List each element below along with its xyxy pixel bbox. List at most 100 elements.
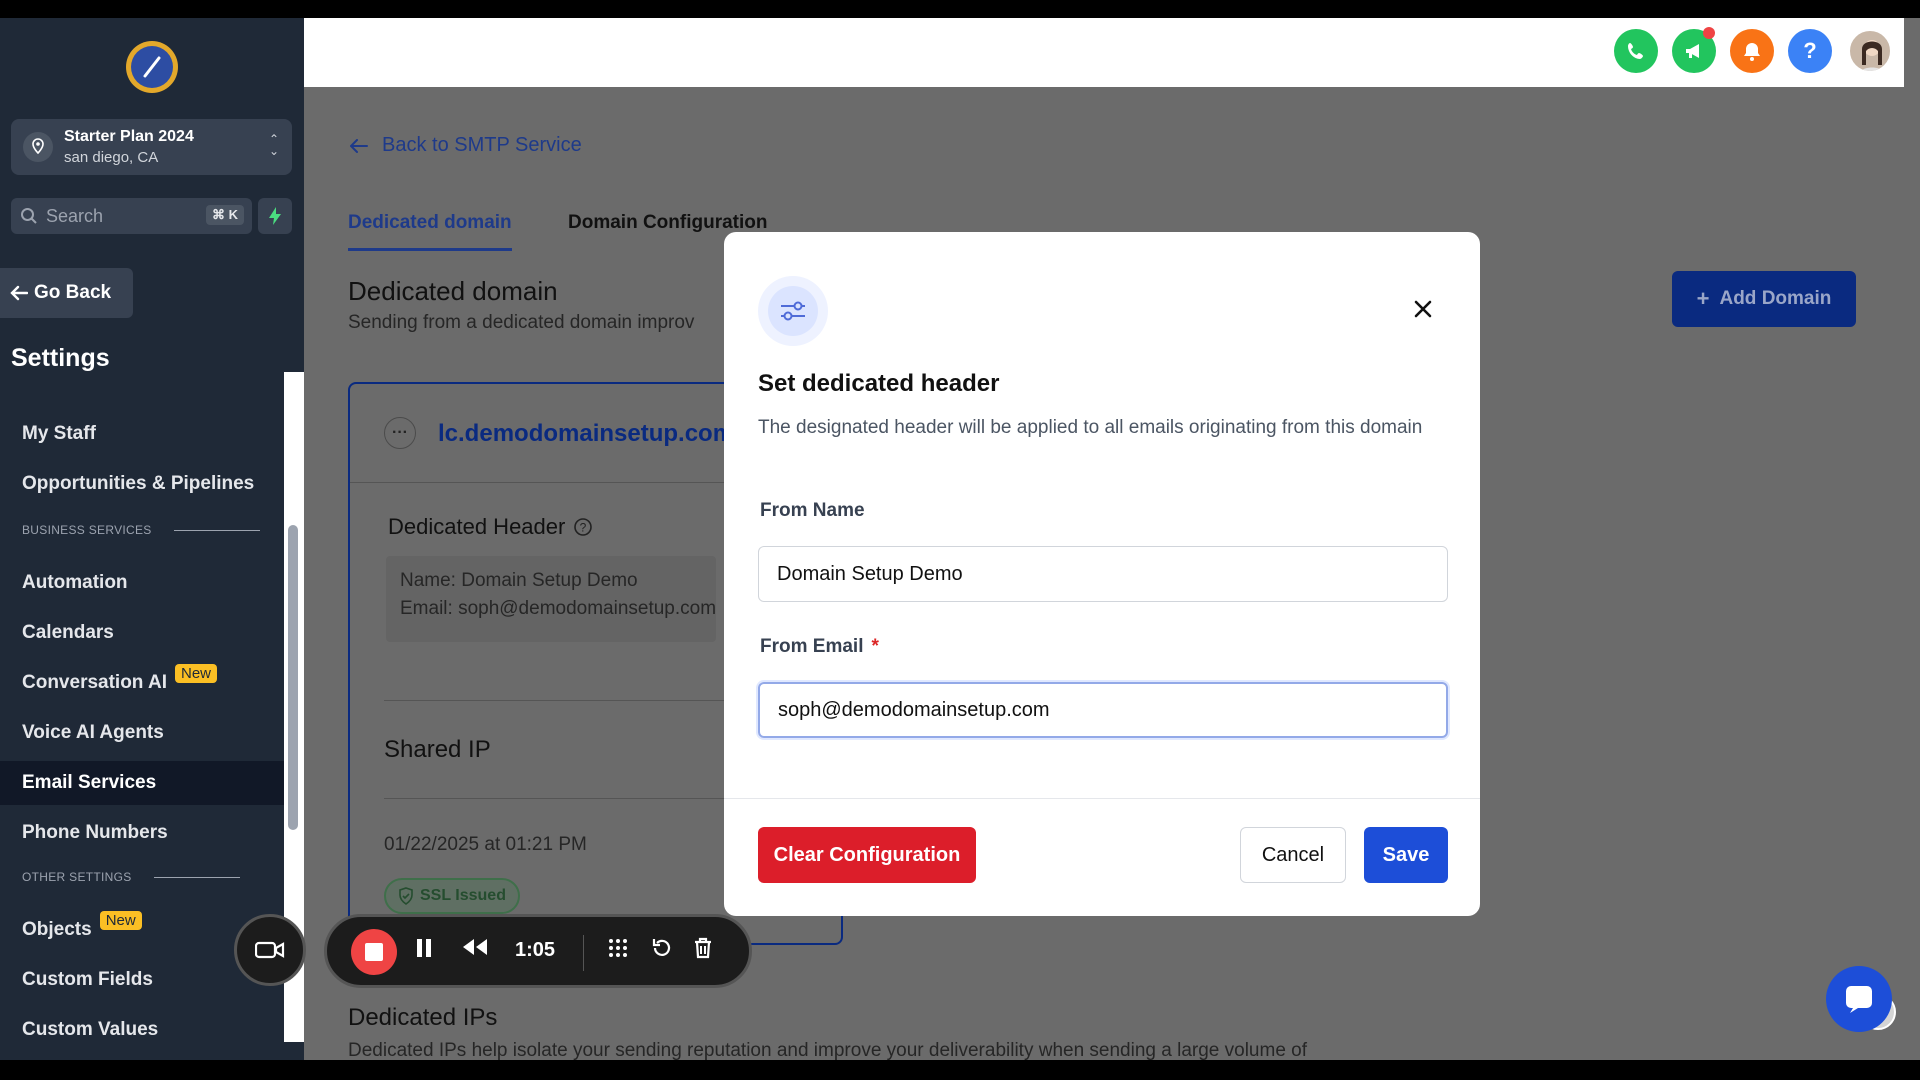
shield-check-icon: [399, 887, 413, 905]
required-mark: *: [871, 636, 879, 657]
settings-title: Settings: [11, 344, 110, 372]
avatar[interactable]: [1848, 29, 1892, 73]
section-other-settings: OTHER SETTINGS: [22, 870, 240, 884]
header-email-line: Email: soph@demodomainsetup.com: [400, 598, 717, 619]
go-back-label: Go Back: [34, 282, 112, 303]
sliders-icon: [781, 301, 805, 321]
dedicated-header-box: Name: Domain Setup Demo Email: soph@demo…: [386, 556, 716, 642]
stop-icon: [365, 943, 383, 961]
sidebar-item-my-staff[interactable]: My Staff: [0, 412, 284, 456]
sidebar-scrollbar-thumb[interactable]: [288, 525, 298, 830]
sidebar-item-label: Phone Numbers: [22, 822, 168, 843]
chevron-updown-icon: ⌃ ⌄: [269, 132, 280, 158]
sidebar-item-voice-ai-agents[interactable]: Voice AI Agents: [0, 711, 284, 755]
location-name: Starter Plan 2024: [64, 128, 194, 145]
location-switcher[interactable]: Starter Plan 2024 san diego, CA ⌃ ⌄: [11, 119, 292, 175]
location-subtitle: san diego, CA: [64, 149, 159, 166]
sidebar-item-label: Automation: [22, 572, 128, 593]
dedicated-ips-subtitle: Dedicated IPs help isolate your sending …: [348, 1040, 1308, 1061]
restart-icon[interactable]: [651, 937, 673, 959]
plus-icon: +: [1696, 286, 1710, 311]
save-button[interactable]: Save: [1364, 827, 1448, 883]
sidebar-item-label: Opportunities & Pipelines: [22, 473, 255, 494]
phone-icon[interactable]: [1614, 29, 1658, 73]
add-domain-label: Add Domain: [1719, 288, 1832, 309]
video-camera-icon: [255, 941, 285, 959]
card-date: 01/22/2025 at 01:21 PM: [384, 834, 587, 855]
sidebar-item-label: Email Services: [22, 772, 157, 793]
sidebar-item-label: Calendars: [22, 622, 114, 643]
new-badge: New: [175, 663, 218, 683]
shared-ip-title: Shared IP: [384, 736, 491, 763]
close-icon[interactable]: [1408, 294, 1438, 324]
recording-toolbar: 1:05: [324, 914, 752, 988]
sidebar-item-label: Conversation AI: [22, 672, 167, 693]
search-icon: [21, 208, 37, 224]
sidebar-item-label: Objects: [22, 919, 92, 940]
top-header: ?: [304, 18, 1904, 87]
help-circle-icon[interactable]: ?: [573, 517, 593, 537]
dedicated-ips-title: Dedicated IPs: [348, 1004, 498, 1031]
location-pin-icon: [23, 132, 53, 162]
sidebar-item-automation[interactable]: Automation: [0, 561, 284, 605]
sidebar-item-email-services[interactable]: Email Services: [0, 761, 284, 805]
search-box[interactable]: Search ⌘ K: [11, 198, 252, 234]
sidebar-item-custom-values[interactable]: Custom Values: [0, 1008, 284, 1052]
pause-icon[interactable]: [415, 937, 433, 959]
domain-name[interactable]: lc.demodomainsetup.com: [438, 420, 734, 448]
sidebar-item-conversation-ai[interactable]: Conversation AI New: [0, 661, 284, 705]
sidebar-item-calendars[interactable]: Calendars: [0, 611, 284, 655]
back-link-label: Back to SMTP Service: [382, 134, 582, 156]
ssl-status-badge: SSL Issued: [384, 878, 520, 914]
stop-recording-button[interactable]: [351, 929, 397, 975]
app-logo[interactable]: [126, 41, 178, 93]
sidebar-item-label: Voice AI Agents: [22, 722, 164, 743]
help-icon[interactable]: ?: [1788, 29, 1832, 73]
sidebar-item-phone-numbers[interactable]: Phone Numbers: [0, 811, 284, 855]
modal-description: The designated header will be applied to…: [758, 417, 1423, 438]
sidebar-item-label: My Staff: [22, 423, 96, 444]
more-options-icon[interactable]: ···: [384, 417, 416, 449]
megaphone-icon[interactable]: [1672, 27, 1716, 73]
sidebar: Starter Plan 2024 san diego, CA ⌃ ⌄ Searc…: [0, 18, 304, 1060]
search-shortcut: ⌘ K: [206, 205, 244, 225]
lightning-icon: [269, 207, 281, 225]
recording-timer: 1:05: [515, 939, 556, 961]
svg-text:?: ?: [580, 521, 587, 535]
back-to-smtp-link[interactable]: Back to SMTP Service: [350, 134, 582, 157]
trash-icon[interactable]: [693, 937, 713, 959]
camera-toggle-button[interactable]: [234, 914, 306, 986]
sidebar-item-opportunities[interactable]: Opportunities & Pipelines: [0, 462, 284, 506]
add-domain-button[interactable]: + Add Domain: [1672, 271, 1856, 327]
section-business-services: BUSINESS SERVICES: [22, 523, 260, 537]
header-name-line: Name: Domain Setup Demo: [400, 570, 638, 591]
top-black-bar: [0, 0, 1920, 18]
new-badge: New: [99, 910, 142, 930]
page-title: Dedicated domain: [348, 276, 558, 306]
quick-action-button[interactable]: [258, 198, 292, 234]
from-email-label: From Email *: [760, 636, 879, 657]
tab-dedicated-domain[interactable]: Dedicated domain: [348, 212, 512, 251]
chat-widget-button[interactable]: [1826, 966, 1892, 1032]
rewind-icon[interactable]: [461, 937, 489, 957]
modal-footer-divider: [724, 798, 1480, 799]
cancel-button[interactable]: Cancel: [1240, 827, 1346, 883]
arrow-left-icon: [350, 138, 368, 153]
from-name-label: From Name: [760, 500, 865, 521]
from-name-field[interactable]: Domain Setup Demo: [758, 546, 1448, 602]
go-back-button[interactable]: Go Back: [0, 268, 133, 318]
from-email-field[interactable]: soph@demodomainsetup.com: [758, 682, 1448, 738]
chat-bubble-icon: [1846, 986, 1872, 1013]
modal-title: Set dedicated header: [758, 370, 1000, 397]
grid-dots-icon[interactable]: [607, 937, 629, 959]
bottom-black-bar: [0, 1060, 1920, 1080]
arrow-left-icon: [10, 285, 28, 301]
tab-domain-configuration[interactable]: Domain Configuration: [568, 212, 767, 234]
search-input[interactable]: Search: [46, 206, 103, 227]
clear-configuration-button[interactable]: Clear Configuration: [758, 827, 976, 883]
bell-icon[interactable]: [1730, 29, 1774, 73]
sidebar-item-label: Custom Fields: [22, 969, 153, 990]
page-subtitle: Sending from a dedicated domain improv: [348, 312, 695, 333]
notification-dot: [1703, 27, 1715, 39]
set-dedicated-header-modal: Set dedicated header The designated head…: [724, 232, 1480, 916]
